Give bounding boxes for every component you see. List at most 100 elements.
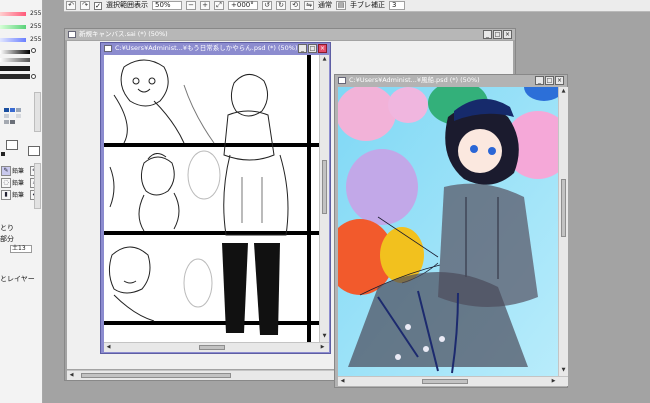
maximize-icon[interactable]: □ xyxy=(308,44,317,53)
palette-swatch[interactable] xyxy=(10,114,15,118)
balloon-artwork xyxy=(338,87,558,376)
background-color[interactable] xyxy=(28,146,40,156)
minimize-icon[interactable]: _ xyxy=(298,44,307,53)
zoom-out-icon[interactable]: − xyxy=(186,1,196,10)
setting-label: 部分 xyxy=(0,235,14,243)
manga-vscrollbar[interactable]: ▲ ▼ xyxy=(319,55,329,342)
pen-tool-button[interactable]: ✎ xyxy=(1,166,11,176)
blue-value: 255 xyxy=(30,36,42,43)
minimize-icon[interactable]: _ xyxy=(483,30,492,39)
stabilizer-select[interactable]: 3 xyxy=(389,1,405,10)
color-vscroll-thumb[interactable] xyxy=(561,179,566,237)
close-icon[interactable]: × xyxy=(503,30,512,39)
saturation-gradient-bar[interactable] xyxy=(0,58,30,62)
marker-tool-button[interactable]: ▮ xyxy=(1,190,11,200)
green-slider-track[interactable] xyxy=(0,25,26,29)
color-canvas-window[interactable]: C:¥Users¥Administ...¥風船.psd (*) (50%) _ … xyxy=(334,74,568,388)
scroll-right-icon[interactable]: ▶ xyxy=(319,344,326,351)
redo-icon[interactable]: ↷ xyxy=(80,1,90,10)
green-value: 255 xyxy=(30,23,42,30)
setting-label: とり xyxy=(0,224,14,232)
manga-canvas-window[interactable]: C:¥Users¥Administ...¥もう日常系しかやらん.psd (*) … xyxy=(100,42,331,354)
palette-swatch[interactable] xyxy=(16,108,21,112)
zoom-in-icon[interactable]: + xyxy=(200,1,210,10)
manga-hscroll-thumb[interactable] xyxy=(199,345,225,350)
color-canvas-area[interactable] xyxy=(338,87,558,376)
background-hscroll-thumb[interactable] xyxy=(81,373,231,378)
value-gradient-bar[interactable] xyxy=(0,50,30,54)
scroll-left-icon[interactable]: ◀ xyxy=(339,378,346,385)
scroll-up-icon[interactable]: ▲ xyxy=(560,88,567,95)
palette-swatch[interactable] xyxy=(4,120,9,124)
manga-hscrollbar[interactable]: ◀ ▶ xyxy=(104,342,329,352)
scroll-left-icon[interactable]: ◀ xyxy=(68,372,75,379)
close-icon[interactable]: × xyxy=(318,44,327,53)
blend-mode-label[interactable]: 通常 xyxy=(318,1,332,10)
color-hscrollbar[interactable]: ◀ ▶ xyxy=(338,376,568,386)
manga-window-controls: _ □ × xyxy=(298,44,327,53)
scroll-up-icon[interactable]: ▲ xyxy=(321,56,328,63)
document-icon xyxy=(104,45,112,52)
manga-window-titlebar[interactable]: C:¥Users¥Administ...¥もう日常系しかやらん.psd (*) … xyxy=(101,43,330,54)
manga-artwork xyxy=(104,55,319,342)
palette-swatch[interactable] xyxy=(4,108,9,112)
tool-label: 鉛筆 xyxy=(12,168,25,175)
scroll-right-icon[interactable]: ▶ xyxy=(550,378,557,385)
palette-swatch[interactable] xyxy=(4,114,9,118)
blue-slider[interactable]: 255 xyxy=(0,36,42,44)
flip-icon[interactable]: ⇋ xyxy=(304,1,314,10)
palette-swatch[interactable] xyxy=(10,108,15,112)
scroll-left-icon[interactable]: ◀ xyxy=(105,344,112,351)
tool-label: 鉛筆 xyxy=(12,192,25,199)
palette-scrollbar[interactable] xyxy=(34,92,41,132)
color-hscroll-thumb[interactable] xyxy=(422,379,468,384)
color-window-controls: _ □ × xyxy=(535,76,564,85)
document-icon xyxy=(338,77,346,84)
palette-swatch[interactable] xyxy=(16,114,21,118)
slider-knob-icon-2[interactable] xyxy=(31,74,36,79)
foreground-color[interactable] xyxy=(6,140,18,150)
blue-slider-track[interactable] xyxy=(0,38,26,42)
rotation-select[interactable]: +000° xyxy=(228,1,258,10)
stabilizer-icon: ▤ xyxy=(336,1,346,10)
red-slider-track[interactable] xyxy=(0,12,26,16)
close-icon[interactable]: × xyxy=(555,76,564,85)
green-slider[interactable]: 255 xyxy=(0,23,42,31)
palette-swatch[interactable] xyxy=(10,120,15,124)
maximize-icon[interactable]: □ xyxy=(493,30,502,39)
color-vscrollbar[interactable]: ▲ ▼ xyxy=(558,87,568,376)
background-window-title: 新規キャンバス.sai (*) (50%) xyxy=(79,30,168,38)
document-icon xyxy=(68,31,76,38)
red-slider[interactable]: 255 xyxy=(0,10,42,18)
zoom-reset-icon[interactable]: ⤢ xyxy=(214,1,224,10)
setting-field[interactable]: 土13 xyxy=(10,245,32,253)
color-window-title: C:¥Users¥Administ...¥風船.psd (*) (50%) xyxy=(349,76,480,84)
maximize-icon[interactable]: □ xyxy=(545,76,554,85)
background-window-titlebar[interactable]: 新規キャンバス.sai (*) (50%) xyxy=(65,29,515,40)
layer-label: とレイヤー xyxy=(0,275,35,283)
zoom-select[interactable]: 50% xyxy=(152,1,182,10)
dark-color-bar[interactable] xyxy=(0,66,30,71)
swap-colors-icon[interactable] xyxy=(1,152,5,156)
select-area-label: 選択範囲表示 xyxy=(106,1,148,9)
color-window-titlebar[interactable]: C:¥Users¥Administ...¥風船.psd (*) (50%) xyxy=(335,75,567,86)
scroll-down-icon[interactable]: ▼ xyxy=(560,367,567,374)
stabilizer-label: 手ブレ補正 xyxy=(350,1,385,9)
minimize-icon[interactable]: _ xyxy=(535,76,544,85)
select-area-checkbox[interactable]: ✓ xyxy=(94,1,102,10)
manga-canvas-area[interactable] xyxy=(104,55,319,342)
tool-label: 鉛筆 xyxy=(12,180,25,187)
slider-knob-icon[interactable] xyxy=(31,48,36,53)
manga-vscroll-thumb[interactable] xyxy=(322,160,327,214)
manga-window-title: C:¥Users¥Administ...¥もう日常系しかやらん.psd (*) … xyxy=(115,44,298,52)
tools-scrollbar[interactable] xyxy=(34,163,41,209)
rotate-reset-icon[interactable]: ⟲ xyxy=(290,1,300,10)
left-tool-panel: 255 255 255 ✎ 鉛筆 ✏ ◌ 鉛筆 ▱ ▮ 鉛筆 ◆ とり 部分 土… xyxy=(0,0,43,403)
scroll-down-icon[interactable]: ▼ xyxy=(321,333,328,340)
airbrush-tool-button[interactable]: ◌ xyxy=(1,178,11,188)
rotate-left-icon[interactable]: ↺ xyxy=(262,1,272,10)
rotate-right-icon[interactable]: ↻ xyxy=(276,1,286,10)
undo-icon[interactable]: ↶ xyxy=(66,1,76,10)
background-window-controls: _ □ × xyxy=(483,30,512,39)
dark-color-bar-2[interactable] xyxy=(0,74,30,79)
